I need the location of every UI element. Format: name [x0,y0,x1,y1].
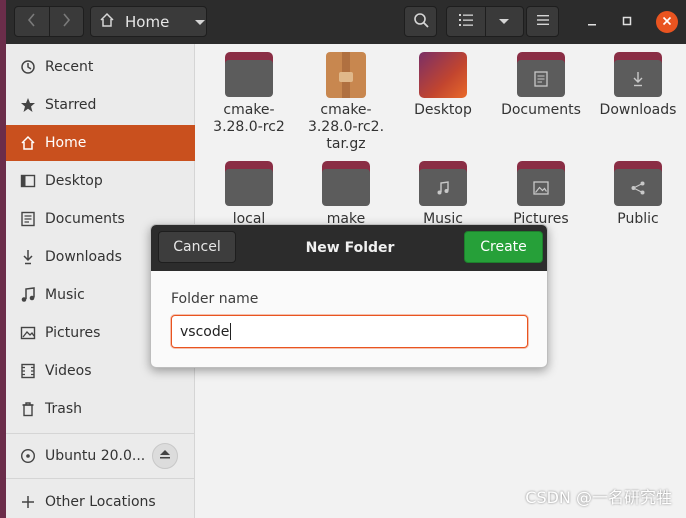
minimize-icon [587,14,597,30]
close-button[interactable] [656,11,678,33]
folder-icon [225,161,273,207]
header-bar: Home [6,0,686,44]
clock-icon [19,58,37,76]
search-button[interactable] [404,6,437,37]
chevron-right-icon [61,12,71,31]
file-item[interactable]: Music [396,153,490,228]
forward-button[interactable] [48,7,84,36]
back-button[interactable] [15,7,49,36]
sidebar-item-label: Home [45,135,87,151]
file-item[interactable]: Desktop [396,44,490,119]
file-item[interactable]: Public [591,153,685,228]
text-cursor [230,323,232,340]
documents-icon [19,210,37,228]
download-icon [19,248,37,266]
sidebar-item-starred[interactable]: Starred [6,87,195,123]
desktop-folder-icon [419,52,467,98]
sidebar-item-recent[interactable]: Recent [6,49,195,85]
home-icon [19,134,37,152]
watermark: CSDN @一名研究牲 [525,488,672,507]
file-item[interactable]: Pictures [494,153,588,228]
close-icon [662,14,672,30]
sidebar-item-label: Other Locations [45,494,156,510]
search-icon [413,12,429,32]
eject-button[interactable] [152,443,178,469]
path-label: Home [125,12,170,31]
list-view-icon [458,13,474,31]
sidebar-item-label: Pictures [45,325,101,341]
file-item[interactable]: Downloads [591,44,685,119]
eject-icon [159,448,171,464]
plus-icon [19,493,37,511]
view-options-dropdown[interactable] [484,7,524,36]
file-name: Desktop [414,102,472,118]
menu-button[interactable] [526,6,559,37]
file-name: Documents [501,102,581,118]
create-button[interactable]: Create [464,231,543,263]
dialog-header: New Folder Cancel Create [151,225,547,271]
pictures-icon [19,324,37,342]
trash-icon [19,400,37,418]
chevron-down-icon [498,14,510,30]
list-view-button[interactable] [447,7,485,36]
sidebar-item-label: Recent [45,59,94,75]
home-icon [99,12,115,32]
minimize-button[interactable] [581,11,603,33]
star-icon [19,96,37,114]
file-name: cmake- 3.28.0-rc2 [213,102,285,135]
file-item[interactable]: make [299,153,393,228]
file-item[interactable]: Documents [494,44,588,119]
public-folder-icon [614,161,662,207]
sidebar-separator [6,478,195,479]
sidebar-item-label: Trash [45,401,82,417]
sidebar-item-label: Documents [45,211,125,227]
sidebar-item-trash[interactable]: Trash [6,391,195,427]
new-folder-dialog: New Folder Cancel Create Folder name vsc… [150,224,548,368]
sidebar-item-label: Desktop [45,173,103,189]
videos-icon [19,362,37,380]
navigation-buttons [14,6,84,37]
folder-name-input[interactable]: vscode [171,315,528,348]
file-name: Public [617,211,659,227]
disc-icon [19,447,37,465]
sidebar-separator [6,433,195,434]
chevron-left-icon [27,12,37,31]
view-options-group [446,6,524,37]
sidebar-item-home[interactable]: Home [6,125,195,161]
path-bar-home[interactable]: Home [90,6,207,37]
dropdown-arrow-icon [194,13,206,31]
downloads-folder-icon [614,52,662,98]
sidebar-item-label: Music [45,287,85,303]
maximize-button[interactable] [616,11,638,33]
archive-icon [322,52,370,98]
file-item[interactable]: cmake- 3.28.0-rc2. tar.gz [299,44,393,153]
music-folder-icon [419,161,467,207]
sidebar-item-desktop[interactable]: Desktop [6,163,195,199]
documents-folder-icon [517,52,565,98]
music-icon [19,286,37,304]
file-name: Downloads [599,102,677,118]
sidebar-item-label: Videos [45,363,92,379]
sidebar-item-label: Starred [45,97,97,113]
sidebar-item-label: Downloads [45,249,122,265]
desktop-icon [19,172,37,190]
hamburger-menu-icon [536,14,550,30]
folder-icon [322,161,370,207]
sidebar-item-other-locations[interactable]: Other Locations [6,484,195,518]
file-item[interactable]: cmake- 3.28.0-rc2 [202,44,296,136]
file-name: cmake- 3.28.0-rc2. tar.gz [307,102,385,152]
cancel-button[interactable]: Cancel [158,231,236,263]
maximize-icon [622,14,632,30]
folder-icon [225,52,273,98]
sidebar-item-label: Ubuntu 20.0... [45,448,146,464]
pictures-folder-icon [517,161,565,207]
folder-name-label: Folder name [171,291,259,307]
file-item[interactable]: local [202,153,296,228]
folder-name-value: vscode [180,323,230,340]
